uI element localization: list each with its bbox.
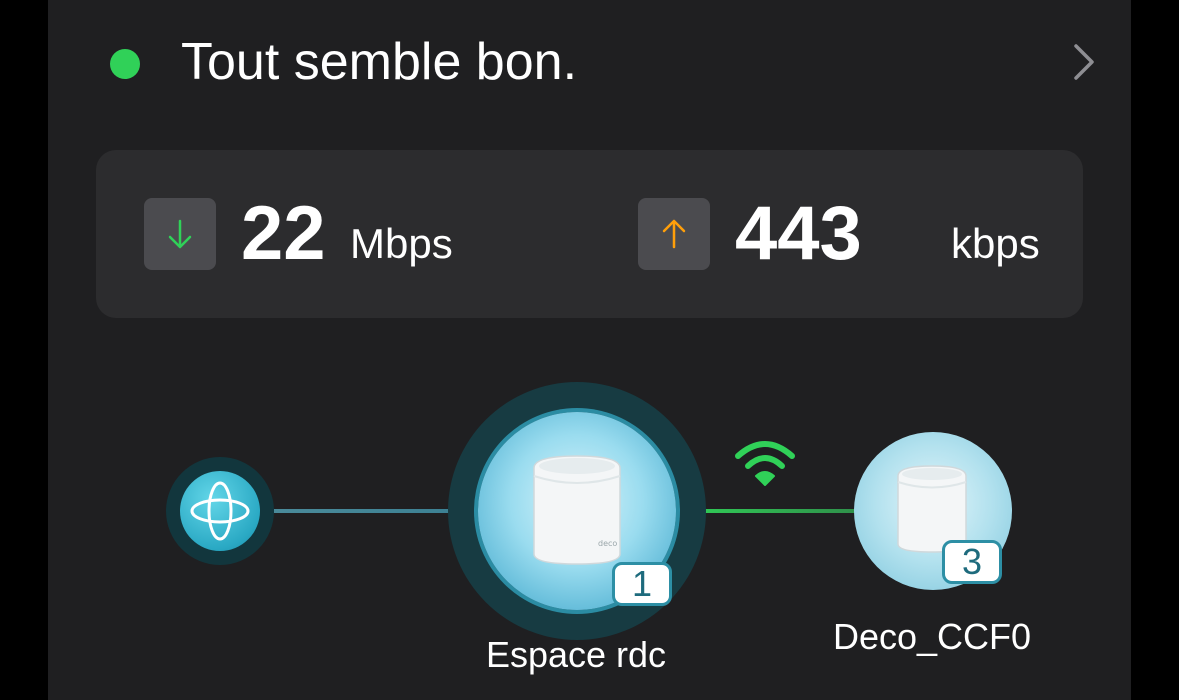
download-speed: 22 Mbps (144, 192, 504, 276)
upload-speed: 443 kbps (638, 192, 1058, 276)
network-topology: deco 1 3 Espace rdc Deco_CCF0 (48, 380, 1131, 700)
chevron-right-icon[interactable] (1062, 42, 1102, 82)
satellite-node-label: Deco_CCF0 (832, 616, 1032, 657)
satellite-deco-node[interactable]: 3 (854, 432, 1012, 590)
wifi-icon (735, 441, 795, 486)
download-value: 22 (241, 191, 326, 276)
satellite-node-client-count: 3 (942, 540, 1002, 584)
svg-text:deco: deco (598, 539, 617, 548)
network-status-row[interactable]: Tout semble bon. (48, 0, 1131, 125)
deco-router-icon: deco (533, 455, 621, 565)
internet-node[interactable] (166, 457, 274, 565)
arrow-down-icon (144, 198, 216, 270)
upload-value: 443 (735, 191, 862, 276)
globe-icon (180, 471, 260, 551)
status-message: Tout semble bon. (181, 33, 578, 91)
arrow-up-icon (638, 198, 710, 270)
main-node-label: Espace rdc (485, 634, 667, 675)
upload-unit: kbps (951, 220, 1040, 267)
main-node-client-count: 1 (612, 562, 672, 606)
status-indicator-dot (110, 49, 140, 79)
speed-panel: 22 Mbps 443 kbps (96, 150, 1083, 318)
download-unit: Mbps (350, 220, 453, 267)
network-status-card: Tout semble bon. 22 Mbps 443 kbps deco 1… (48, 0, 1131, 700)
main-deco-node[interactable]: deco 1 (478, 412, 676, 610)
